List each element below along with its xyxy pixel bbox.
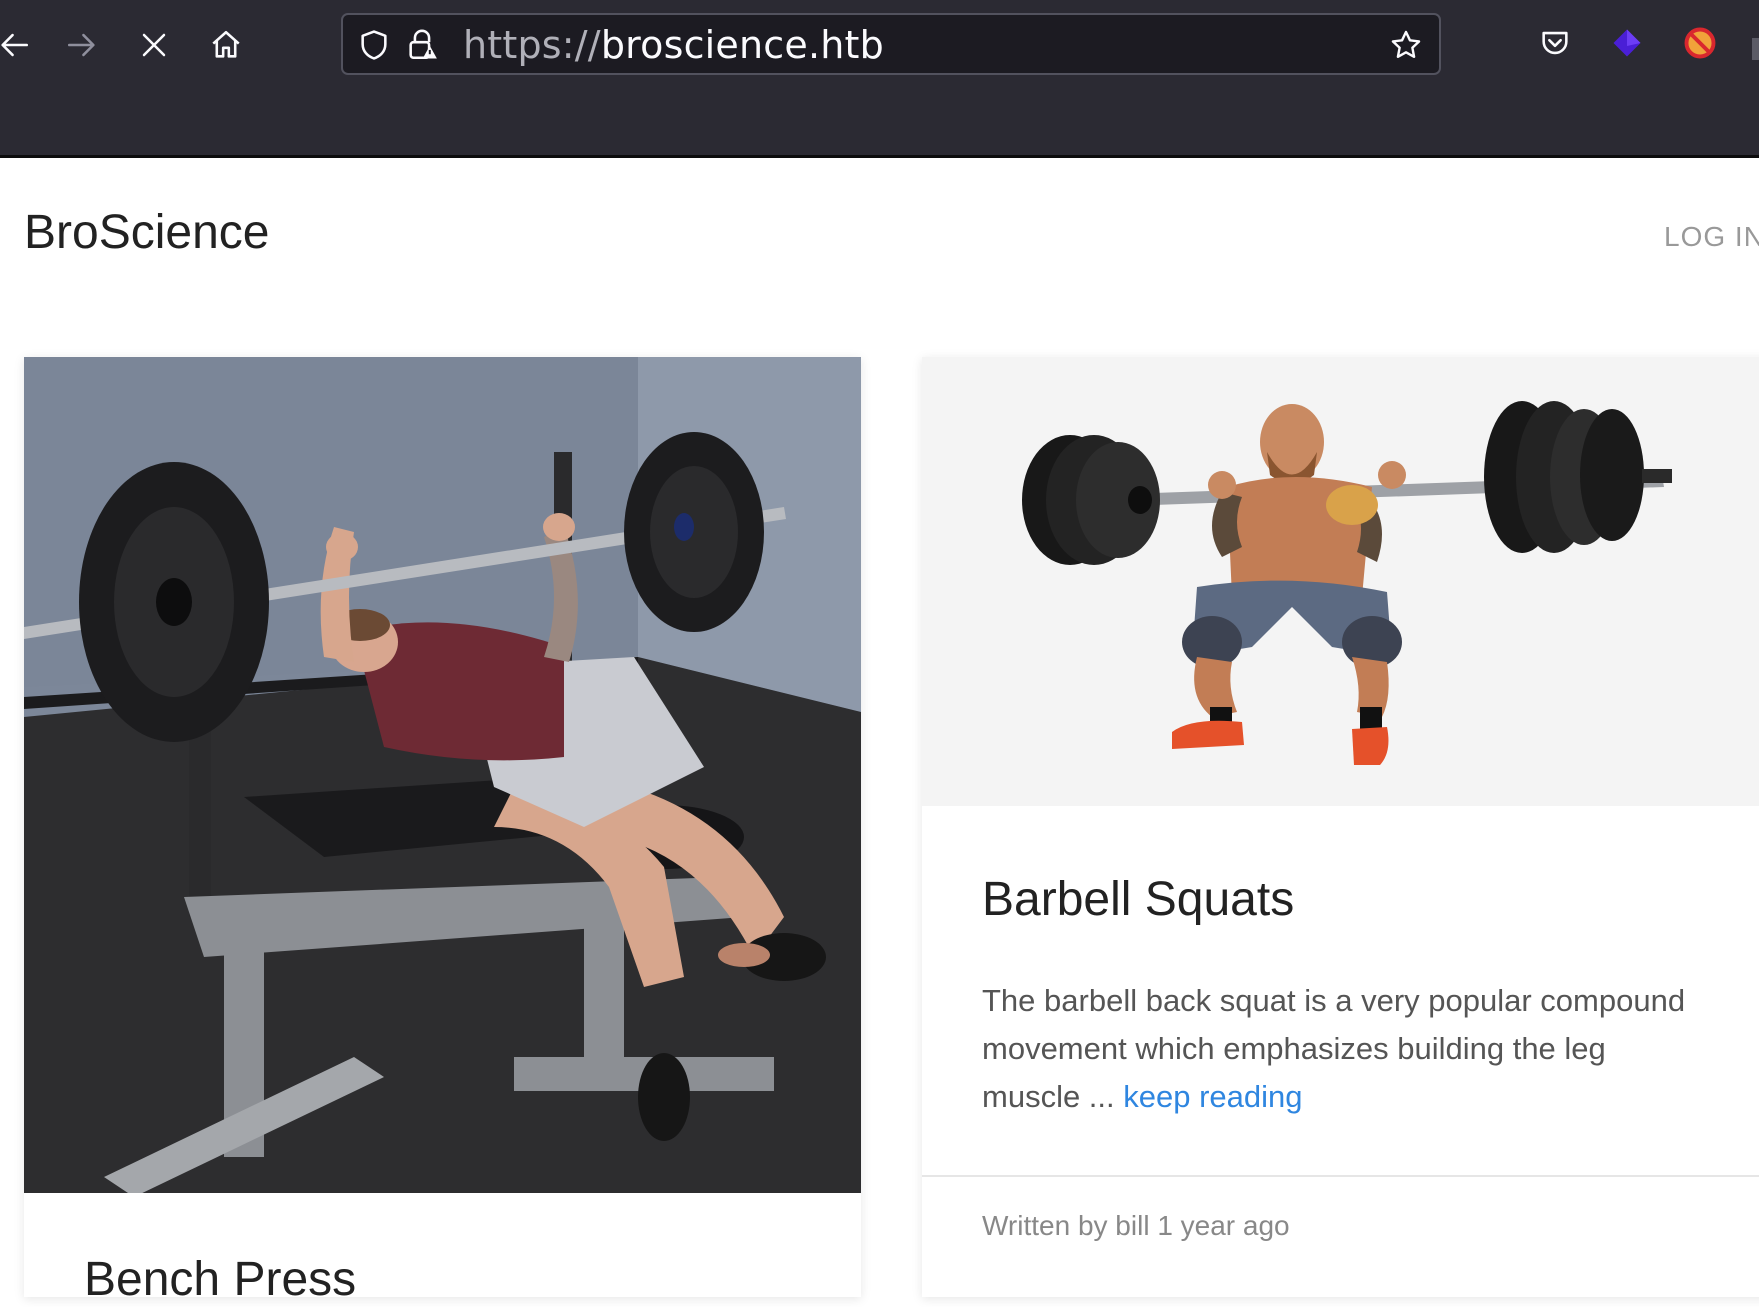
forward-button[interactable] xyxy=(54,17,110,73)
post-meta: Written by bill 1 year ago xyxy=(982,1210,1290,1241)
post-image-barbell-squats[interactable] xyxy=(922,357,1759,806)
browser-toolbar: https://broscience.htb xyxy=(0,0,1759,158)
purple-diamond-icon[interactable] xyxy=(1606,22,1648,64)
post-image-bench-press[interactable] xyxy=(24,357,861,1193)
home-icon xyxy=(212,30,240,58)
arrow-right-icon xyxy=(67,33,95,57)
post-excerpt: The barbell back squat is a very popular… xyxy=(982,977,1702,1121)
pocket-icon[interactable] xyxy=(1534,22,1576,64)
post-title-bench-press[interactable]: Bench Press xyxy=(84,1252,356,1307)
url-host: broscience.htb xyxy=(600,23,884,67)
lock-warning-icon[interactable] xyxy=(405,28,439,67)
post-excerpt-text: The barbell back squat is a very popular… xyxy=(982,983,1686,1114)
post-title-barbell-squats[interactable]: Barbell Squats xyxy=(982,872,1294,927)
keep-reading-link[interactable]: keep reading xyxy=(1123,1079,1302,1114)
arrow-left-icon xyxy=(1,33,29,57)
card-divider xyxy=(922,1175,1759,1177)
shield-icon[interactable] xyxy=(357,28,391,67)
home-button[interactable] xyxy=(198,17,254,73)
post-card-barbell-squats: Barbell Squats The barbell back squat is… xyxy=(922,357,1759,1297)
back-button[interactable] xyxy=(0,17,42,73)
login-link[interactable]: LOG IN xyxy=(1664,221,1759,253)
url-bar[interactable]: https://broscience.htb xyxy=(341,13,1441,75)
post-card-bench-press: Bench Press xyxy=(24,357,861,1306)
star-icon[interactable] xyxy=(1389,28,1423,67)
stop-button[interactable] xyxy=(126,17,182,73)
overflow-menu-edge[interactable] xyxy=(1752,38,1759,60)
blocked-extension-icon[interactable] xyxy=(1679,22,1721,64)
site-brand[interactable]: BroScience xyxy=(24,205,269,260)
url-text[interactable]: https://broscience.htb xyxy=(463,23,884,67)
url-protocol: https:// xyxy=(463,23,601,67)
close-icon xyxy=(142,33,166,57)
